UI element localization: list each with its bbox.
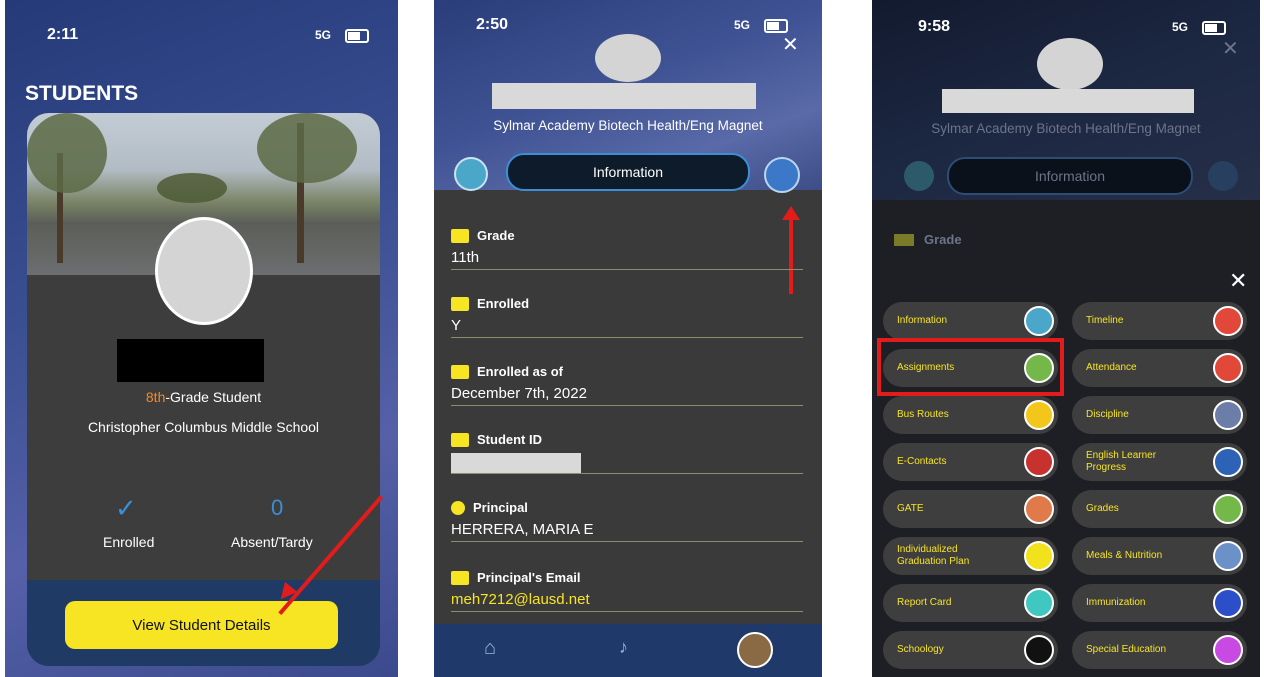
menu-list-icon[interactable] [764,157,800,193]
close-icon[interactable]: ✕ [1222,36,1239,61]
phone-icon [1024,447,1054,477]
special-education-icon [1213,635,1243,665]
checkbox-icon [451,296,469,311]
graduation-cap-icon [894,233,914,246]
graduation-cap-icon [451,228,469,243]
field-enrolled: Enrolled Y [451,296,803,338]
battery-icon [764,19,788,33]
home-icon[interactable]: ⌂ [484,637,496,660]
info-icon [1024,306,1054,336]
student-avatar [155,217,253,325]
student-avatar [595,34,661,82]
school-name: Christopher Columbus Middle School [87,419,320,435]
signal-indicator: 5G [315,28,332,42]
page-title: STUDENTS [25,82,139,105]
bell-icon[interactable]: ♪ [619,637,628,658]
menu-item-individualized-graduation-plan[interactable]: Individualized Graduation Plan [883,537,1058,575]
student-name-redacted [492,83,756,109]
battery-icon [345,29,369,43]
timeline-icon [1213,306,1243,336]
menu-item-grades[interactable]: Grades [1072,490,1247,528]
tab-information[interactable]: Information [947,157,1193,195]
checkbox-icon [451,364,469,379]
field-student-id: Student ID [451,432,803,474]
plan-icon [1024,541,1054,571]
menu-item-meals-nutrition[interactable]: Meals & Nutrition [1072,537,1247,575]
field-principal: Principal HERRERA, MARIA E [451,500,803,542]
immunization-icon [1213,588,1243,618]
enrolled-label: Enrolled [103,534,155,550]
field-grade: Grade 11th [451,228,803,270]
status-time: 2:11 [47,26,79,43]
student-avatar [1037,38,1103,90]
student-card[interactable]: 8th-Grade Student Christopher Columbus M… [27,113,380,666]
status-time: 9:58 [918,18,951,35]
menu-item-timeline[interactable]: Timeline [1072,302,1247,340]
menu-item-gate[interactable]: GATE [883,490,1058,528]
menu-item-bus-routes[interactable]: Bus Routes [883,396,1058,434]
menu-screen: 9:58 5G ✕ Sylmar Academy Biotech Health/… [872,0,1260,677]
bus-icon [1024,400,1054,430]
highlight-box [877,338,1064,396]
menu-item-information[interactable]: Information [883,302,1058,340]
absent-count: 0 [271,495,284,520]
menu-item-discipline[interactable]: Discipline [1072,396,1247,434]
book-icon [1213,447,1243,477]
attendance-icon [1213,353,1243,383]
student-icon[interactable] [904,161,934,191]
battery-icon [1202,21,1226,35]
gate-icon [1024,494,1054,524]
schoology-icon [1024,635,1054,665]
menu-item-special-education[interactable]: Special Education [1072,631,1247,669]
person-icon [451,500,465,515]
tab-information[interactable]: Information [506,153,750,191]
student-name-redacted [117,339,264,382]
grades-icon [1213,494,1243,524]
discipline-icon [1213,400,1243,430]
student-name-redacted [942,89,1194,113]
profile-avatar[interactable] [737,632,773,668]
signal-indicator: 5G [734,18,751,32]
menu-item-schoology[interactable]: Schoology [883,631,1058,669]
information-screen: 2:50 5G ✕ Sylmar Academy Biotech Health/… [434,0,822,677]
menu-item-attendance[interactable]: Attendance [1072,349,1247,387]
school-name: Sylmar Academy Biotech Health/Eng Magnet [493,118,763,133]
menu-item-e-contacts[interactable]: E-Contacts [883,443,1058,481]
students-screen: 2:11 5G STUDENTS 8th-Grade Student Chris… [5,0,398,677]
id-card-icon [451,432,469,447]
absent-label: Absent/Tardy [231,534,313,550]
menu-item-report-card[interactable]: Report Card [883,584,1058,622]
signal-indicator: 5G [1172,20,1189,34]
menu-item-immunization[interactable]: Immunization [1072,584,1247,622]
report-card-icon [1024,588,1054,618]
menu-list-icon[interactable] [1208,161,1238,191]
menu-item-english-learner-progress[interactable]: English Learner Progress [1072,443,1247,481]
school-name: Sylmar Academy Biotech Health/Eng Magnet [931,121,1201,136]
status-time: 2:50 [476,16,509,33]
field-enrolled-as-of: Enrolled as of December 7th, 2022 [451,364,803,406]
meals-icon [1213,541,1243,571]
view-student-details-button[interactable]: View Student Details [65,601,338,649]
student-grade: 8th-Grade Student [145,389,262,405]
envelope-icon [451,570,469,585]
enrolled-check-icon: ✓ [115,493,137,523]
field-principal-email: Principal's Email meh7212@lausd.net [451,570,803,612]
student-icon[interactable] [454,157,488,191]
grade-label: Grade [894,232,962,247]
bottom-nav: ⌂ ♪ [434,624,822,677]
menu-close-icon[interactable]: ✕ [1229,268,1247,294]
close-icon[interactable]: ✕ [782,32,799,57]
